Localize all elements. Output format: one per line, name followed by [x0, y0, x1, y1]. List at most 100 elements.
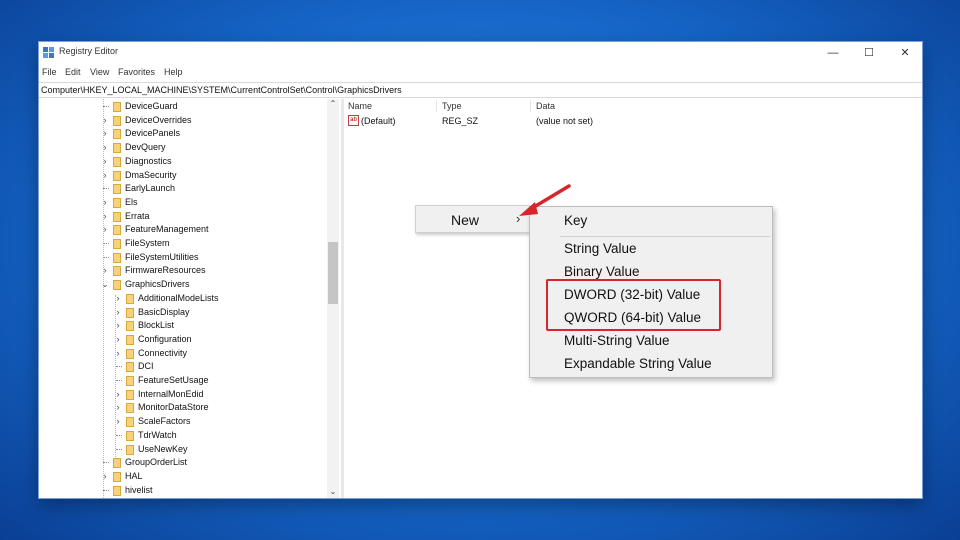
tree-item[interactable]: › ScaleFactors [39, 415, 329, 429]
tree-connector [103, 462, 109, 464]
menu-favorites[interactable]: Favorites [118, 67, 155, 77]
folder-icon [113, 266, 121, 277]
chevron-down-icon[interactable]: ⌄ [101, 279, 109, 290]
tree-connector [116, 448, 122, 450]
tree-item[interactable]: › Configuration [39, 333, 329, 347]
tree-item[interactable]: hivelist [39, 484, 329, 498]
chevron-right-icon[interactable]: › [101, 156, 109, 166]
submenu-item-string-value[interactable]: String Value [564, 241, 637, 261]
tree-item[interactable]: DCI [39, 360, 329, 374]
tree-item-label: DevQuery [125, 142, 166, 153]
column-header-type[interactable]: Type [442, 101, 462, 111]
column-header-name[interactable]: Name [348, 101, 372, 111]
tree-item[interactable]: ⌄ GraphicsDrivers [39, 278, 329, 292]
scrollbar-thumb[interactable] [328, 242, 338, 304]
tree-item[interactable]: › Connectivity [39, 347, 329, 361]
tree-connector [103, 489, 109, 491]
tree-item[interactable]: › HAL [39, 470, 329, 484]
value-name[interactable]: (Default) [361, 116, 396, 126]
chevron-right-icon[interactable]: › [101, 197, 109, 207]
folder-icon [113, 225, 121, 236]
tree-item[interactable]: › MonitorDataStore [39, 401, 329, 415]
scroll-down-arrow[interactable]: ⌄ [327, 487, 339, 497]
tree-item[interactable]: › AdditionalModeLists [39, 292, 329, 306]
tree-item-label: FileSystemUtilities [125, 251, 199, 262]
tree-item[interactable]: › InternalMonEdid [39, 388, 329, 402]
submenu-item-multi-string-value[interactable]: Multi-String Value [564, 333, 670, 353]
tree-item[interactable]: GroupOrderList [39, 456, 329, 470]
chevron-right-icon[interactable]: › [101, 211, 109, 221]
menu-help[interactable]: Help [164, 67, 183, 77]
chevron-right-icon[interactable]: › [101, 128, 109, 138]
folder-icon [113, 170, 121, 181]
tree-item[interactable]: › FeatureManagement [39, 223, 329, 237]
close-button[interactable]: ✕ [891, 45, 919, 61]
tree-item-label: DmaSecurity [125, 169, 177, 180]
tree-item[interactable]: TdrWatch [39, 429, 329, 443]
chevron-right-icon[interactable]: › [114, 334, 122, 344]
tree-item[interactable]: FileSystemUtilities [39, 251, 329, 265]
value-type: REG_SZ [442, 116, 479, 126]
tree-item[interactable]: › DevQuery [39, 141, 329, 155]
folder-icon [113, 239, 121, 249]
tree-item[interactable]: › FirmwareResources [39, 264, 329, 278]
folder-icon [113, 102, 121, 112]
tree-item-label: Errata [125, 210, 150, 221]
tree-item-label: DeviceOverrides [125, 114, 192, 125]
folder-icon [113, 115, 121, 126]
column-divider[interactable] [436, 100, 437, 112]
chevron-right-icon[interactable]: › [114, 307, 122, 317]
submenu-item-expandable-string-value[interactable]: Expandable String Value [564, 356, 712, 376]
tree-item[interactable]: FileSystem [39, 237, 329, 251]
chevron-right-icon[interactable]: › [114, 293, 122, 303]
tree-item-label: Configuration [138, 333, 192, 344]
registry-editor-window: Registry Editor — ☐ ✕ File Edit View Fav… [39, 42, 922, 498]
chevron-right-icon[interactable]: › [101, 265, 109, 275]
title-bar: Registry Editor — ☐ ✕ [39, 42, 922, 64]
tree-item[interactable]: FeatureSetUsage [39, 374, 329, 388]
chevron-right-icon[interactable]: › [101, 224, 109, 234]
menu-edit[interactable]: Edit [65, 67, 81, 77]
chevron-right-icon[interactable]: › [101, 115, 109, 125]
chevron-right-icon[interactable]: › [114, 348, 122, 358]
tree-connector [103, 256, 109, 258]
chevron-right-icon[interactable]: › [101, 471, 109, 481]
menu-view[interactable]: View [90, 67, 109, 77]
tree-item[interactable]: › DevicePanels [39, 127, 329, 141]
chevron-right-icon[interactable]: › [101, 142, 109, 152]
tree-item[interactable]: › Diagnostics [39, 155, 329, 169]
folder-icon [113, 252, 121, 263]
tree-item[interactable]: DeviceGuard [39, 100, 329, 114]
registry-tree[interactable]: DeviceGuard › DeviceOverrides › DevicePanels… [39, 99, 339, 498]
tree-item[interactable]: › Errata [39, 210, 329, 224]
highlight-box [546, 279, 721, 331]
folder-icon [126, 403, 134, 414]
folder-icon [126, 348, 134, 359]
minimize-button[interactable]: — [819, 45, 847, 61]
scroll-up-arrow[interactable]: ⌃ [327, 99, 339, 109]
chevron-right-icon[interactable]: › [114, 416, 122, 426]
tree-item[interactable]: › BlockList [39, 319, 329, 333]
maximize-button[interactable]: ☐ [855, 45, 883, 61]
tree-item-label: GroupOrderList [125, 457, 188, 468]
tree-item[interactable]: › Els [39, 196, 329, 210]
chevron-right-icon[interactable]: › [114, 389, 122, 399]
folder-icon [126, 389, 134, 400]
folder-icon [113, 458, 121, 469]
tree-item[interactable]: EarlyLaunch [39, 182, 329, 196]
new-menu-item[interactable]: New [451, 212, 479, 228]
chevron-right-icon[interactable]: › [101, 170, 109, 180]
tree-connector [116, 380, 122, 381]
tree-item[interactable]: › BasicDisplay [39, 306, 329, 320]
tree-item[interactable]: UseNewKey [39, 443, 329, 457]
address-bar[interactable]: Computer\HKEY_LOCAL_MACHINE\SYSTEM\Curre… [39, 82, 922, 98]
chevron-right-icon[interactable]: › [114, 320, 122, 330]
menu-file[interactable]: File [42, 67, 57, 77]
chevron-right-icon[interactable]: › [114, 402, 122, 412]
column-divider[interactable] [530, 100, 531, 112]
tree-item-label: hivelist [125, 484, 153, 495]
tree-item[interactable]: › DmaSecurity [39, 169, 329, 183]
tree-item[interactable]: › DeviceOverrides [39, 114, 329, 128]
folder-icon [126, 334, 134, 345]
column-header-data[interactable]: Data [536, 101, 555, 111]
